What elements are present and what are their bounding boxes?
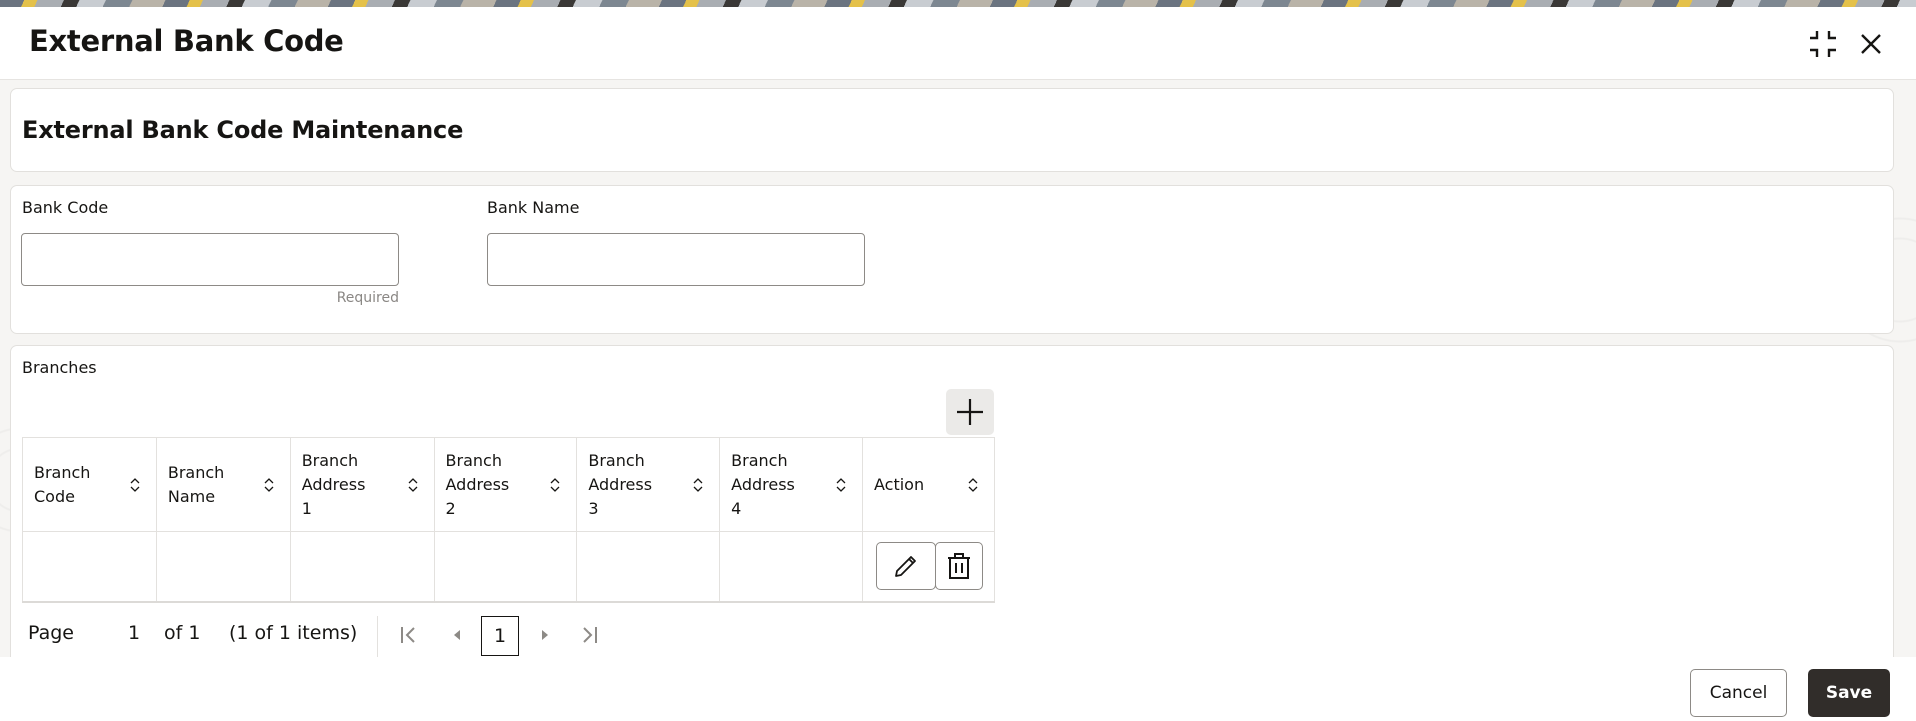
current-page-button[interactable]: 1	[481, 616, 519, 656]
column-label: Branch Address 3	[588, 450, 653, 518]
dialog-header: External Bank Code	[0, 7, 1916, 79]
column-header-branch-address-2[interactable]: Branch Address 2	[433, 437, 578, 532]
maintenance-title: External Bank Code Maintenance	[22, 116, 464, 144]
dialog-title: External Bank Code	[29, 24, 344, 58]
column-header-branch-address-1[interactable]: Branch Address 1	[289, 437, 435, 532]
cell-actions	[862, 531, 995, 603]
pagination-divider	[377, 616, 378, 657]
page-count: of 1	[164, 622, 201, 644]
top-banner	[0, 0, 1916, 7]
branches-label: Branches	[22, 358, 97, 377]
trash-icon	[948, 553, 970, 580]
plus-icon	[957, 399, 983, 425]
previous-page-button[interactable]	[442, 618, 472, 652]
cell-branch-address-3	[576, 531, 721, 603]
bank-code-required-hint: Required	[336, 290, 399, 306]
column-label: Branch Code	[34, 462, 91, 506]
sort-icon[interactable]	[548, 475, 562, 495]
column-header-branch-address-4[interactable]: Branch Address 4	[719, 437, 863, 532]
table-row	[22, 531, 995, 603]
column-label: Branch Address 4	[731, 450, 795, 518]
last-page-button[interactable]	[574, 618, 604, 652]
column-header-branch-address-3[interactable]: Branch Address 3	[576, 437, 721, 532]
page-input[interactable]: 1	[128, 622, 140, 644]
sort-icon[interactable]	[691, 475, 705, 495]
branches-table: Branch Code Branch Name Branch Address 1…	[22, 437, 995, 603]
column-label: Branch Address 1	[301, 450, 366, 518]
bank-code-input[interactable]	[21, 233, 399, 286]
close-icon[interactable]	[1854, 27, 1888, 61]
last-page-icon	[583, 627, 597, 643]
column-header-branch-name[interactable]: Branch Name	[155, 437, 291, 532]
column-label: Branch Address 2	[445, 450, 510, 518]
compress-icon[interactable]	[1806, 27, 1840, 61]
cell-branch-address-2	[433, 531, 578, 603]
bank-code-label: Bank Code	[22, 198, 109, 217]
cancel-button[interactable]: Cancel	[1690, 669, 1787, 717]
table-header-row: Branch Code Branch Name Branch Address 1…	[22, 437, 995, 532]
add-branch-button[interactable]	[946, 389, 994, 435]
bank-details-panel: Bank Code Required Bank Name	[10, 185, 1894, 334]
sort-icon[interactable]	[128, 475, 142, 495]
bank-name-input[interactable]	[487, 233, 865, 286]
column-label: Action	[874, 474, 925, 494]
branches-panel: Branches Branch Code Branch Name Branch …	[10, 345, 1894, 657]
items-count: (1 of 1 items)	[229, 622, 358, 644]
delete-row-button[interactable]	[935, 542, 983, 591]
save-button[interactable]: Save	[1808, 669, 1890, 717]
column-header-branch-code[interactable]: Branch Code	[22, 437, 157, 532]
dialog-content: External Bank Code Maintenance Bank Code…	[0, 79, 1916, 657]
next-page-icon	[542, 630, 548, 640]
column-label: Branch Name	[167, 462, 225, 506]
first-page-button[interactable]	[394, 618, 424, 652]
first-page-icon	[401, 627, 415, 643]
pagination: Page 1 of 1 (1 of 1 items) 1	[22, 610, 622, 657]
edit-row-button[interactable]	[876, 542, 936, 591]
bank-name-label: Bank Name	[487, 198, 580, 217]
next-page-button[interactable]	[530, 618, 560, 652]
cell-branch-address-1	[289, 531, 435, 603]
cell-branch-name	[155, 531, 291, 603]
maintenance-header-panel: External Bank Code Maintenance	[10, 88, 1894, 172]
dialog-footer: Cancel Save	[0, 657, 1916, 721]
edit-icon	[895, 556, 916, 578]
column-header-action[interactable]: Action	[862, 437, 995, 532]
sort-icon[interactable]	[966, 475, 980, 495]
cell-branch-code	[22, 531, 157, 603]
sort-icon[interactable]	[406, 475, 420, 495]
sort-icon[interactable]	[262, 475, 276, 495]
previous-page-icon	[454, 630, 460, 640]
sort-icon[interactable]	[834, 475, 848, 495]
page-label: Page	[28, 622, 74, 644]
cell-branch-address-4	[719, 531, 863, 603]
